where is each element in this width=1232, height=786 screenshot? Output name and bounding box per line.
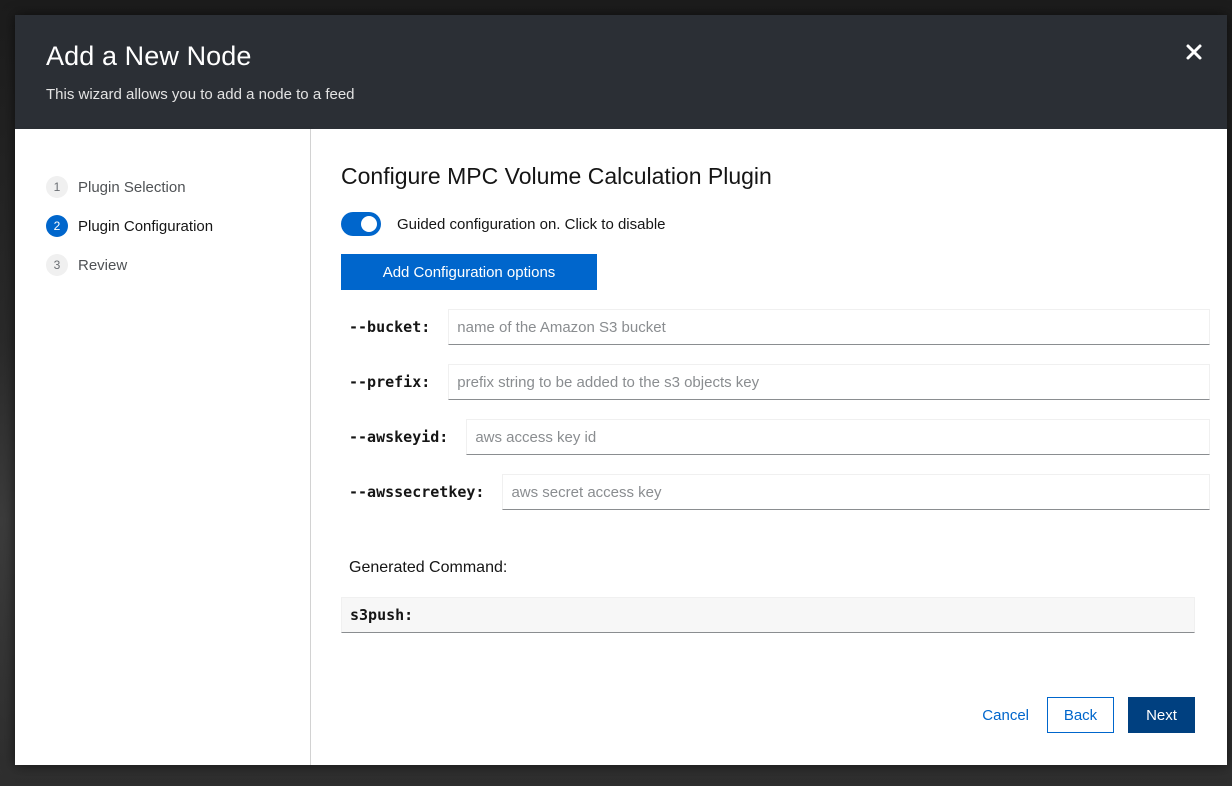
wizard-main: Configure MPC Volume Calculation Plugin …	[311, 129, 1227, 765]
step-label: Plugin Configuration	[78, 217, 214, 235]
bucket-label: --bucket:	[349, 318, 431, 336]
prefix-input[interactable]	[448, 364, 1210, 400]
awssecretkey-label: --awssecretkey:	[349, 483, 485, 501]
wizard-step-plugin-selection[interactable]: 1 Plugin Selection	[46, 176, 186, 198]
bucket-field-row: --bucket:	[349, 309, 1210, 345]
step-label: Review	[78, 256, 128, 274]
generated-command-box: s3push:	[341, 597, 1195, 633]
wizard-step-review[interactable]: 3 Review	[46, 254, 127, 276]
guided-config-toggle-row: Guided configuration on. Click to disabl…	[341, 212, 666, 236]
modal-title: Add a New Node	[46, 41, 252, 71]
cancel-button[interactable]: Cancel	[976, 707, 1035, 724]
awssecretkey-field-row: --awssecretkey:	[349, 474, 1210, 510]
step-number: 1	[46, 176, 68, 198]
wizard-nav: 1 Plugin Selection 2 Plugin Configuratio…	[15, 129, 311, 765]
prefix-label: --prefix:	[349, 373, 431, 391]
modal-subtitle: This wizard allows you to add a node to …	[46, 86, 355, 103]
next-button[interactable]: Next	[1128, 697, 1195, 733]
step-number: 3	[46, 254, 68, 276]
close-button[interactable]	[1183, 41, 1205, 63]
guided-config-label: Guided configuration on. Click to disabl…	[397, 215, 666, 233]
awskeyid-input[interactable]	[466, 419, 1210, 455]
add-configuration-options-button[interactable]: Add Configuration options	[341, 254, 597, 290]
page-title: Configure MPC Volume Calculation Plugin	[341, 163, 772, 189]
awssecretkey-input[interactable]	[502, 474, 1210, 510]
guided-config-toggle[interactable]	[341, 212, 381, 236]
awskeyid-label: --awskeyid:	[349, 428, 449, 446]
modal-header: Add a New Node This wizard allows you to…	[15, 15, 1227, 129]
awskeyid-field-row: --awskeyid:	[349, 419, 1210, 455]
generated-command-text: s3push:	[350, 606, 414, 624]
step-label: Plugin Selection	[78, 178, 186, 196]
generated-command-label: Generated Command:	[349, 559, 508, 576]
add-node-wizard-modal: Add a New Node This wizard allows you to…	[15, 15, 1227, 765]
bucket-input[interactable]	[448, 309, 1210, 345]
close-icon	[1186, 44, 1202, 60]
step-number: 2	[46, 215, 68, 237]
prefix-field-row: --prefix:	[349, 364, 1210, 400]
wizard-step-plugin-configuration[interactable]: 2 Plugin Configuration	[46, 215, 213, 237]
back-button[interactable]: Back	[1047, 697, 1114, 733]
wizard-footer: Cancel Back Next	[976, 697, 1195, 733]
